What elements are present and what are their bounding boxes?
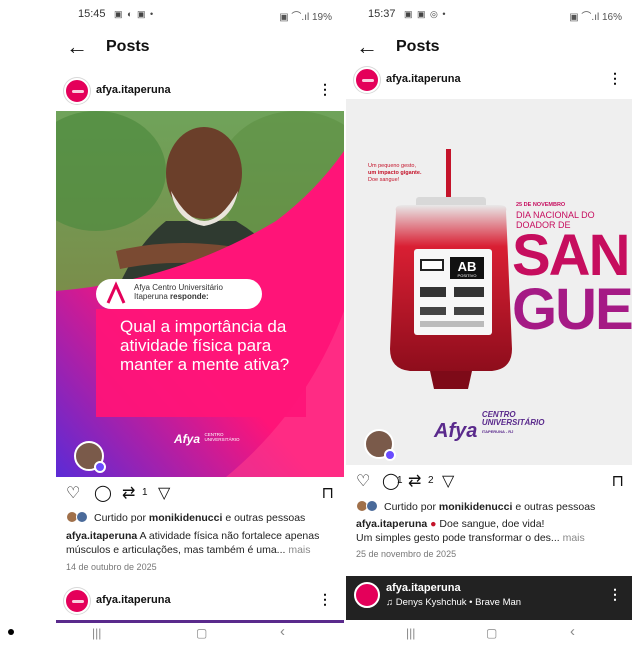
image-date-line: 25 DE NOVEMBRO (516, 202, 566, 208)
comment-icon[interactable]: ◯ (94, 483, 112, 503)
avatar-badge-icon (94, 461, 106, 473)
save-bookmark-icon[interactable]: ⊓ (322, 483, 334, 503)
blood-type-label: AB (457, 259, 477, 274)
status-bar: 15:45 ▣ ◐ ▣ • ▣ ⌒.ıl 19% (56, 8, 344, 24)
more-options-icon[interactable]: ⋮ (318, 82, 332, 96)
like-heart-icon[interactable]: ♡ (356, 471, 370, 491)
repost-icon[interactable]: ⇄ (122, 483, 135, 503)
next-post-username[interactable]: afya.itaperuna (386, 582, 461, 594)
android-nav-bar: ||| ▢ ‹ (346, 623, 632, 645)
page-title: Posts (106, 38, 150, 55)
save-bookmark-icon[interactable]: ⊓ (612, 471, 624, 491)
image-logo: Afya CENTRO UNIVERSITÁRIO ITAPERUNA - RJ (434, 410, 545, 443)
repost-icon[interactable]: ⇄ (408, 471, 421, 491)
image-logo: Afya CENTRO UNIVERSITÁRIO (174, 432, 240, 446)
next-post-image-edge (56, 620, 344, 623)
bullet-dot (8, 629, 14, 635)
liked-by[interactable]: Curtido por monikidenucci e outras pesso… (356, 500, 628, 513)
status-time: 15:37 (368, 8, 396, 20)
nav-home-icon[interactable]: ▢ (196, 626, 207, 640)
next-post-avatar[interactable] (64, 588, 90, 614)
blood-drop-icon: ● (430, 518, 437, 530)
status-notification-icons: ▣ ◐ ▣ • (114, 9, 155, 19)
next-post-username[interactable]: afya.itaperuna (96, 594, 171, 606)
like-heart-icon[interactable]: ♡ (66, 483, 80, 503)
profile-avatar-overlay[interactable] (364, 429, 396, 461)
nav-back-icon[interactable]: ‹ (280, 623, 285, 640)
status-bar: 15:37 ▣ ▣ ◎ • ▣ ⌒.ıl 16% (346, 8, 632, 24)
post-header: afya.itaperuna ⋮ (56, 78, 344, 108)
post-actions: ♡ ◯ ⇄ 1 ▽ ⊓ (56, 483, 344, 507)
caption-more-link[interactable]: mais (563, 532, 585, 544)
liked-avatars (66, 511, 90, 523)
post-date: 14 de outubro de 2025 (66, 562, 157, 572)
post-image[interactable]: Afya Centro Universitário Itaperuna resp… (56, 111, 344, 477)
post-image[interactable]: AB POSITIVO Um pequeno gesto, um impacto… (346, 99, 632, 465)
blood-type-sub: POSITIVO (457, 273, 477, 278)
post-actions: ♡ ◯ 1 ⇄ 2 ▽ ⊓ (346, 471, 632, 495)
post-date: 25 de novembro de 2025 (356, 549, 457, 559)
nav-recent-apps-icon[interactable]: ||| (406, 626, 415, 640)
next-post-reel[interactable]: afya.itaperuna ♫ Denys Kyshchuk • Brave … (346, 576, 632, 620)
avatar-badge-icon (384, 449, 396, 461)
post-username[interactable]: afya.itaperuna (96, 84, 171, 96)
share-icon[interactable]: ▽ (158, 483, 170, 503)
next-post-avatar[interactable] (354, 582, 380, 608)
top-bar: ← Posts (346, 34, 632, 60)
phone-screen-right: 15:37 ▣ ▣ ◎ • ▣ ⌒.ıl 16% ← Posts afya.it… (346, 0, 632, 645)
image-small-text: Um pequeno gesto, um impacto gigante. Do… (368, 163, 422, 183)
next-post-header: afya.itaperuna ⋮ (56, 588, 344, 618)
repost-count: 2 (428, 475, 434, 486)
next-post-more-icon[interactable]: ⋮ (318, 592, 332, 606)
next-post-music[interactable]: ♫ Denys Kyshchuk • Brave Man (386, 597, 521, 608)
nav-recent-apps-icon[interactable]: ||| (92, 626, 101, 640)
status-battery: ▣ ⌒.ıl 19% (279, 12, 332, 23)
nav-home-icon[interactable]: ▢ (486, 626, 497, 640)
avatar[interactable] (354, 67, 380, 93)
status-notification-icons: ▣ ▣ ◎ • (404, 9, 447, 19)
back-arrow-icon[interactable]: ← (66, 34, 88, 60)
avatar[interactable] (64, 78, 90, 104)
nav-back-icon[interactable]: ‹ (570, 623, 575, 640)
caption-more-link[interactable]: mais (288, 544, 310, 556)
phone-screen-left: 15:45 ▣ ◐ ▣ • ▣ ⌒.ıl 19% ← Posts afya.it… (56, 0, 344, 645)
post-username[interactable]: afya.itaperuna (386, 73, 461, 85)
share-icon[interactable]: ▽ (442, 471, 454, 491)
image-question-text: Qual a importância da atividade física p… (120, 317, 290, 374)
liked-avatars (356, 500, 380, 512)
profile-avatar-overlay[interactable] (74, 441, 106, 473)
image-big-text: SAN GUE (512, 223, 632, 342)
next-post-more-icon[interactable]: ⋮ (608, 586, 622, 603)
comment-count: 1 (142, 487, 148, 498)
more-options-icon[interactable]: ⋮ (608, 71, 622, 85)
status-battery: ▣ ⌒.ıl 16% (569, 12, 622, 23)
post-caption: afya.itaperuna A atividade física não fo… (66, 530, 320, 556)
comment-count: 1 (397, 475, 403, 486)
status-time: 15:45 (78, 8, 106, 20)
liked-by[interactable]: Curtido por monikidenucci e outras pesso… (66, 511, 338, 524)
post-caption: afya.itaperuna ● Doe sangue, doe vida! U… (356, 518, 585, 544)
android-nav-bar: ||| ▢ ‹ (56, 623, 344, 645)
top-bar: ← Posts (56, 34, 344, 60)
image-badge-text: Afya Centro Universitário Itaperuna resp… (134, 283, 223, 301)
post-header: afya.itaperuna ⋮ (346, 67, 632, 97)
page-title: Posts (396, 38, 440, 55)
music-note-icon: ♫ (386, 597, 394, 608)
back-arrow-icon[interactable]: ← (356, 34, 378, 60)
